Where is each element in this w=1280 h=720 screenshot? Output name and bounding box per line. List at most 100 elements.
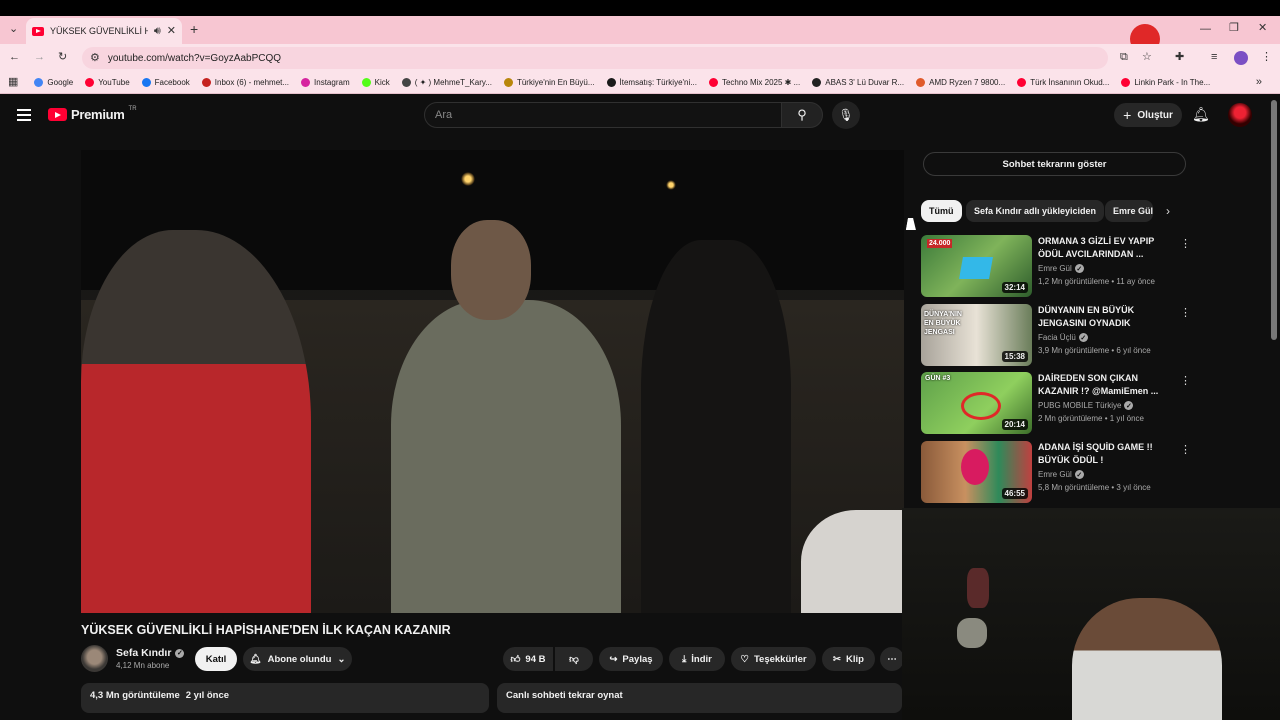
window-close-icon[interactable]: ✕: [1258, 23, 1267, 34]
video-thumbnail[interactable]: DÜNYA'NIN EN BÜYÜK JENGASI 15:38: [921, 304, 1032, 366]
new-tab-icon[interactable]: +: [190, 22, 198, 36]
chevron-right-icon[interactable]: ›: [1166, 204, 1170, 218]
recommendation-channel[interactable]: Emre Gül ✓: [1038, 264, 1084, 273]
site-info-icon[interactable]: ⚙: [90, 52, 100, 64]
search-input[interactable]: Ara: [424, 102, 782, 128]
create-label: Oluştur: [1137, 109, 1173, 121]
channel-name-text[interactable]: Sefa Kındır: [116, 647, 171, 659]
url-text[interactable]: youtube.com/watch?v=GoyzAabPCQQ: [108, 53, 281, 64]
bookmark-item[interactable]: ABAS 3' Lü Duvar R...: [806, 78, 910, 87]
live-chat-replay-button[interactable]: Canlı sohbeti tekrar oynat: [497, 683, 902, 713]
browser-menu-icon[interactable]: ⋮: [1261, 52, 1272, 63]
bookmark-item[interactable]: YouTube: [79, 78, 135, 87]
bookmark-item[interactable]: Türk İnsanının Okud...: [1011, 78, 1115, 87]
dislike-button[interactable]: 👎︎: [555, 647, 593, 671]
bookmark-favicon-icon: [34, 78, 44, 87]
notifications-bell-icon[interactable]: 🔔︎: [1192, 106, 1210, 123]
extensions-icon[interactable]: ✚: [1175, 52, 1184, 63]
bookmark-item[interactable]: Facebook: [136, 78, 196, 87]
recommendation-channel[interactable]: PUBG MOBILE Türkiye ✓: [1038, 401, 1134, 410]
minimize-icon[interactable]: —: [1200, 24, 1211, 35]
channel-avatar[interactable]: [81, 645, 108, 672]
bookmark-item[interactable]: ( ✦ ) MehmeT_Kary...: [396, 78, 498, 87]
subscriber-count: 4,12 Mn abone: [116, 661, 170, 670]
search-button[interactable]: ⚲: [781, 102, 823, 128]
download-label: İndir: [691, 653, 712, 665]
share-button[interactable]: ↪ Paylaş: [599, 647, 663, 671]
recommendation-item[interactable]: GÜN #3 20:14 DAİREDEN SON ÇIKAN KAZANIR …: [921, 372, 1191, 434]
recommendation-title[interactable]: ORMANA 3 GİZLİ EV YAPIP ÖDÜL AVCILARINDA…: [1038, 235, 1168, 260]
bookmark-item[interactable]: Techno Mix 2025 ✱ ...: [703, 78, 806, 87]
recommendation-item[interactable]: DÜNYA'NIN EN BÜYÜK JENGASI 15:38 DÜNYANI…: [921, 304, 1191, 366]
video-thumbnail[interactable]: 24.000 32:14: [921, 235, 1032, 297]
bookmark-item[interactable]: Linkin Park - In The...: [1115, 78, 1216, 87]
subscribed-button[interactable]: 🔔︎ Abone olundu ⌄: [243, 647, 352, 671]
more-vertical-icon[interactable]: ⋮: [1180, 306, 1191, 319]
description-box[interactable]: 4,3 Mn görüntüleme 2 yıl önce: [81, 683, 489, 713]
profile-avatar-icon[interactable]: [1234, 51, 1248, 65]
recommendation-item[interactable]: 46:55 ADANA İŞİ SQUİD GAME !! BÜYÜK ÖDÜL…: [921, 441, 1191, 503]
like-button[interactable]: 👍︎ 94 B: [503, 647, 553, 671]
chip-from-uploader[interactable]: Sefa Kındır adlı yükleyiciden: [966, 200, 1105, 222]
video-player[interactable]: [81, 150, 904, 613]
create-button[interactable]: + Oluştur: [1114, 103, 1182, 127]
video-thumbnail[interactable]: 46:55: [921, 441, 1032, 503]
video-title: YÜKSEK GÜVENLİKLİ HAPİSHANE'DEN İLK KAÇA…: [81, 623, 451, 637]
bookmark-item[interactable]: İtemsatış: Türkiye'ni...: [601, 78, 703, 87]
video-thumbnail[interactable]: GÜN #3 20:14: [921, 372, 1032, 434]
speaker-icon[interactable]: 🔊︎: [154, 25, 161, 37]
chip-emre-gul[interactable]: Emre Gül: [1105, 200, 1153, 222]
bookmark-item[interactable]: AMD Ryzen 7 9800...: [910, 78, 1011, 87]
bookmark-item[interactable]: Türkiye'nin En Büyü...: [498, 78, 601, 87]
bookmark-item[interactable]: Google: [28, 78, 79, 87]
media-control-icon[interactable]: ≡: [1211, 52, 1217, 63]
restore-icon[interactable]: ❐: [1229, 23, 1239, 34]
tab-search-chevron-icon[interactable]: ⌄: [9, 24, 18, 35]
more-vertical-icon[interactable]: ⋮: [1180, 374, 1191, 387]
chip-all[interactable]: Tümü: [921, 200, 962, 222]
clip-label: Klip: [846, 653, 864, 665]
bookmark-item[interactable]: Instagram: [295, 78, 356, 87]
omnibox[interactable]: ⚙ youtube.com/watch?v=GoyzAabPCQQ: [82, 47, 1108, 69]
back-icon[interactable]: ←: [9, 52, 20, 63]
more-vertical-icon[interactable]: ⋮: [1180, 443, 1191, 456]
channel-name[interactable]: Sefa Kındır ✓: [116, 647, 185, 659]
more-actions-button[interactable]: ⋯: [880, 647, 904, 671]
chevron-down-icon: ⌄: [337, 653, 346, 665]
channel-text[interactable]: Emre Gül: [1038, 470, 1072, 479]
apps-grid-icon[interactable]: ▦: [8, 77, 18, 88]
bookmark-item[interactable]: Kick: [356, 78, 396, 87]
channel-text[interactable]: Emre Gül: [1038, 264, 1072, 273]
youtube-premium-logo[interactable]: Premium TR: [48, 106, 137, 122]
reload-icon[interactable]: ↻: [58, 52, 67, 63]
tab-close-icon[interactable]: ✕: [167, 25, 176, 37]
channel-text[interactable]: PUBG MOBILE Türkiye: [1038, 401, 1121, 410]
bookmarks-overflow-icon[interactable]: »: [1256, 77, 1262, 88]
recommendation-title[interactable]: ADANA İŞİ SQUİD GAME !! BÜYÜK ÖDÜL !: [1038, 441, 1168, 466]
thanks-label: Teşekkürler: [753, 653, 807, 665]
download-button[interactable]: ⤓ İndir: [669, 647, 725, 671]
install-app-icon[interactable]: ⧉: [1120, 52, 1128, 63]
recommendation-channel[interactable]: Emre Gül ✓: [1038, 470, 1084, 479]
recommendation-channel[interactable]: Facia Üçlü ✓: [1038, 333, 1088, 342]
voice-search-button[interactable]: 🎙︎: [832, 101, 860, 129]
more-vertical-icon[interactable]: ⋮: [1180, 237, 1191, 250]
logo-text: Premium: [71, 107, 125, 122]
channel-text[interactable]: Facia Üçlü: [1038, 333, 1076, 342]
forward-icon[interactable]: →: [34, 52, 45, 63]
bookmark-item[interactable]: Inbox (6) - mehmet...: [196, 78, 295, 87]
page-scrollbar[interactable]: [1271, 100, 1277, 340]
show-chat-replay-button[interactable]: Sohbet tekrarını göster: [923, 152, 1186, 176]
join-button[interactable]: Katıl: [195, 647, 237, 671]
bookmark-star-icon[interactable]: ☆: [1142, 52, 1152, 63]
account-avatar[interactable]: [1228, 103, 1252, 127]
thanks-button[interactable]: ♡ Teşekkürler: [731, 647, 816, 671]
clip-button[interactable]: ✂ Klip: [822, 647, 875, 671]
browser-tab-active[interactable]: YÜKSEK GÜVENLİKLİ HAPİS 🔊︎ ✕: [26, 18, 182, 44]
recommendation-title[interactable]: DÜNYANIN EN BÜYÜK JENGASINI OYNADIK: [1038, 304, 1168, 329]
recommendation-item[interactable]: 24.000 32:14 ORMANA 3 GİZLİ EV YAPIP ÖDÜ…: [921, 235, 1191, 297]
hamburger-menu-icon[interactable]: [17, 109, 31, 121]
recommendation-title[interactable]: DAİREDEN SON ÇIKAN KAZANIR !? @MamiEmen …: [1038, 372, 1168, 397]
thumbnail-text: GÜN #3: [925, 375, 951, 382]
youtube-header: Premium TR Ara ⚲ 🎙︎ + Oluştur 🔔︎: [0, 96, 1280, 136]
